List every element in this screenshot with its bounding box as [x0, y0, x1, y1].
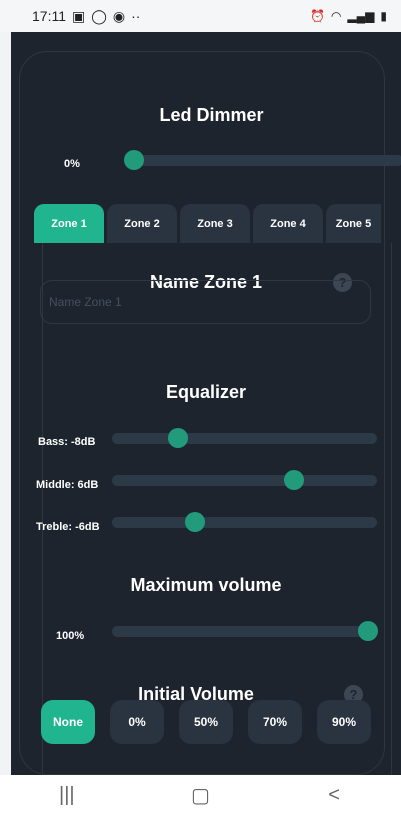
initial-volume-90-button[interactable]: 90% — [317, 700, 371, 744]
tab-zone-1[interactable]: Zone 1 — [34, 204, 104, 243]
tab-zone-5[interactable]: Zone 5 — [326, 204, 381, 243]
tab-zone-2[interactable]: Zone 2 — [107, 204, 177, 243]
bass-slider[interactable] — [112, 433, 377, 444]
initial-volume-50-button[interactable]: 50% — [179, 700, 233, 744]
bass-thumb[interactable] — [168, 428, 188, 448]
middle-thumb[interactable] — [284, 470, 304, 490]
bass-label: Bass: -8dB — [38, 436, 96, 448]
battery-icon: ▮ — [380, 9, 387, 23]
led-dimmer-slider[interactable] — [134, 155, 401, 166]
status-left: 17:11 ▣ ◯ ◉ ·· — [32, 8, 140, 25]
alarm-icon: ⏰ — [309, 9, 325, 23]
home-button[interactable]: ▢ — [180, 781, 220, 811]
middle-slider[interactable] — [112, 475, 377, 486]
back-button[interactable]: < — [314, 781, 354, 811]
initial-volume-0-button[interactable]: 0% — [110, 700, 164, 744]
gallery-icon: ▣ — [72, 7, 86, 24]
maximum-volume-slider[interactable] — [112, 626, 377, 637]
initial-volume-70-button[interactable]: 70% — [248, 700, 302, 744]
more-dots-icon: ·· — [131, 8, 141, 24]
signal-icon: ▂▄▆ — [347, 9, 375, 23]
chrome-icon: ◉ — [112, 7, 126, 24]
maximum-volume-title: Maximum volume — [130, 575, 282, 595]
equalizer-title: Equalizer — [165, 382, 247, 402]
tab-zone-4[interactable]: Zone 4 — [253, 204, 323, 243]
maximum-volume-value: 100% — [56, 630, 85, 642]
treble-label: Treble: -6dB — [36, 521, 100, 533]
whatsapp-icon: ◯ — [91, 7, 107, 24]
app-screen: Led Dimmer 0% Zone 1 Zone 2 Zone 3 Zone … — [11, 32, 401, 795]
treble-slider[interactable] — [112, 517, 377, 528]
status-time: 17:11 — [32, 8, 66, 24]
led-dimmer-title: Led Dimmer — [159, 105, 264, 125]
middle-label: Middle: 6dB — [36, 479, 99, 491]
zone-name-input[interactable] — [40, 280, 371, 324]
status-bar: 17:11 ▣ ◯ ◉ ·· ⏰ ◠ ▂▄▆ ▮ — [0, 0, 401, 32]
led-dimmer-thumb[interactable] — [124, 150, 144, 170]
initial-volume-none-button[interactable]: None — [41, 700, 95, 744]
treble-thumb[interactable] — [185, 512, 205, 532]
led-dimmer-value: 0% — [64, 158, 80, 170]
android-nav-bar: ||| ▢ < — [0, 775, 401, 816]
tab-zone-3[interactable]: Zone 3 — [180, 204, 250, 243]
wifi-icon: ◠ — [330, 9, 342, 23]
recent-apps-button[interactable]: ||| — [47, 781, 87, 811]
status-right: ⏰ ◠ ▂▄▆ ▮ — [310, 9, 387, 23]
maximum-volume-thumb[interactable] — [358, 621, 378, 641]
